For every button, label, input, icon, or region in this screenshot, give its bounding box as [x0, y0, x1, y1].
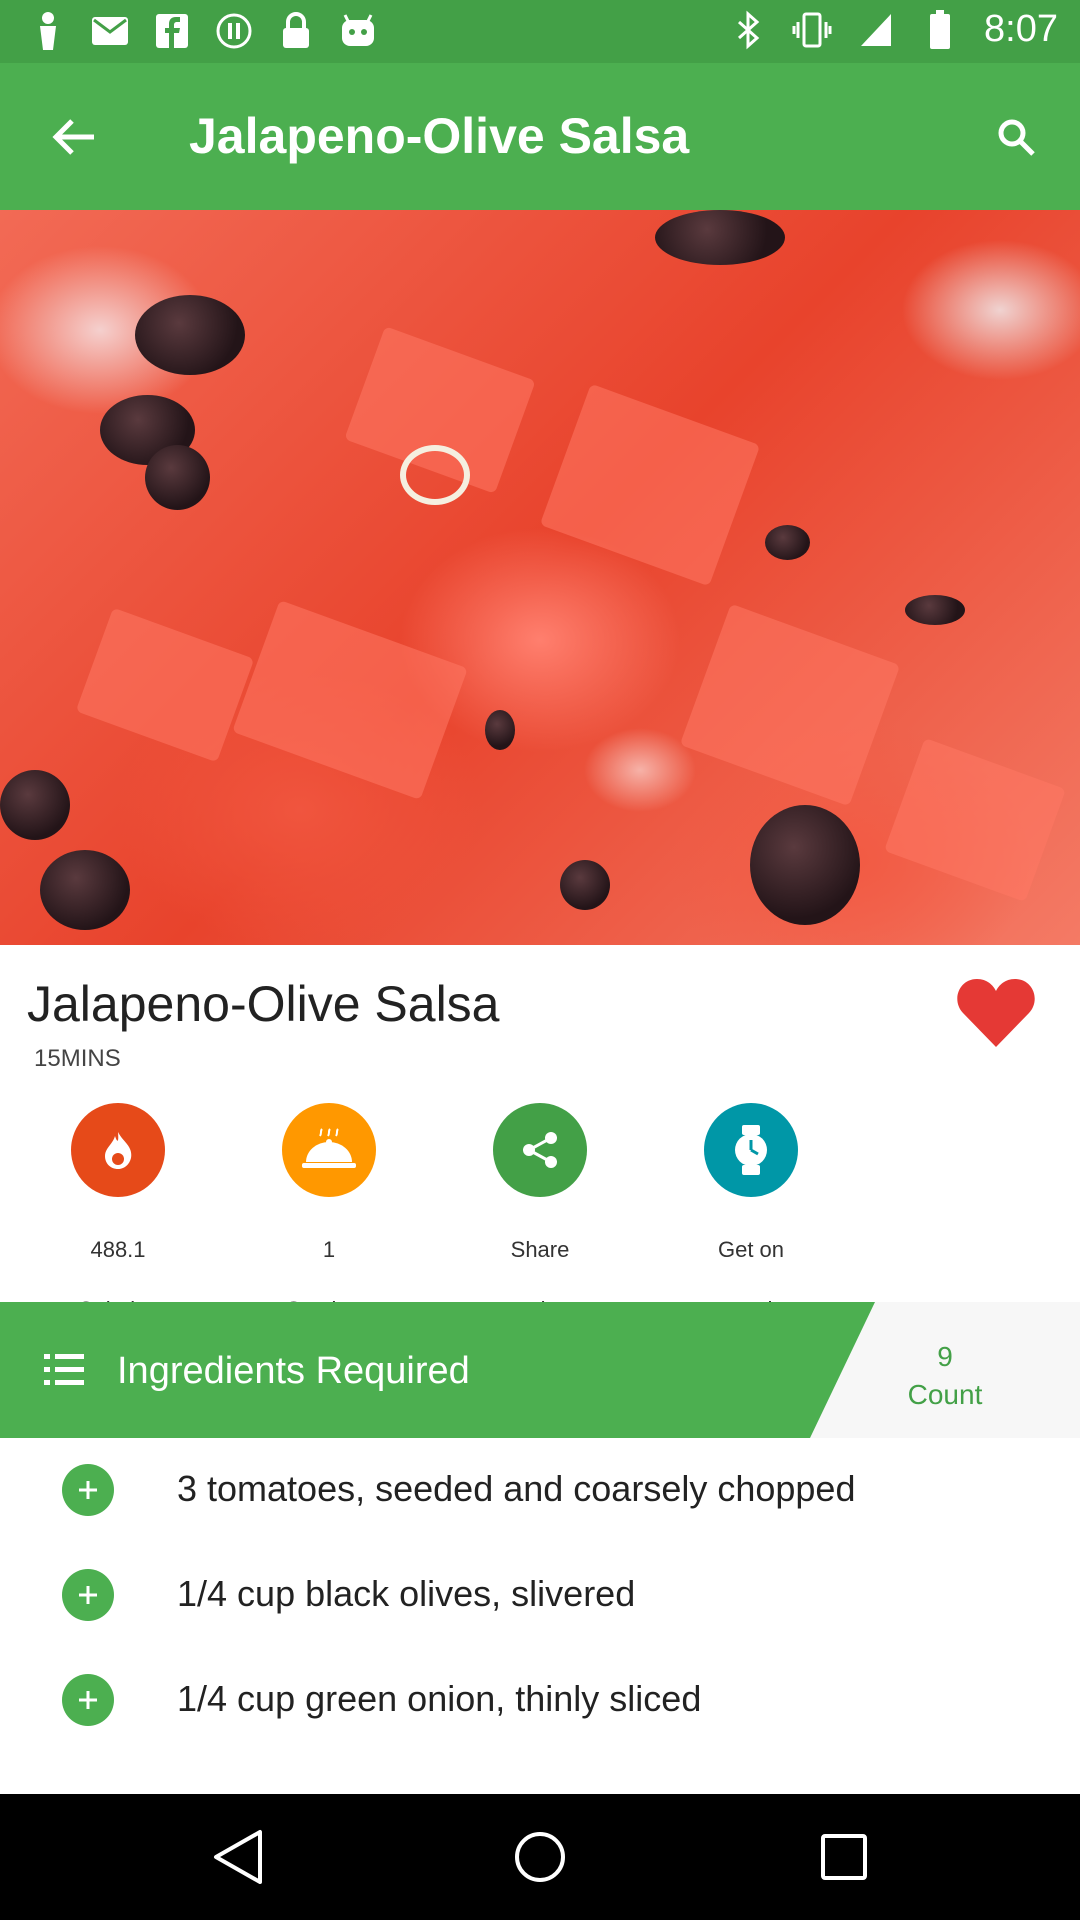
bluetooth-icon: [728, 9, 768, 51]
app-bar: Jalapeno-Olive Salsa: [0, 63, 1080, 210]
ingredient-count-label: Count: [907, 1379, 983, 1410]
back-arrow-icon: [52, 119, 94, 155]
nav-home-button[interactable]: [507, 1824, 573, 1890]
watch-circle[interactable]: [704, 1103, 798, 1197]
calories-stat: 488.1 Calories: [43, 1103, 193, 1325]
back-button[interactable]: [40, 103, 108, 171]
servings-circle: [282, 1103, 376, 1197]
search-icon: [998, 119, 1035, 156]
share-label-line1: Share: [510, 1237, 570, 1262]
list-item: 1/4 cup black olives, slivered: [0, 1543, 1080, 1647]
serving-dish-icon: [302, 1128, 356, 1168]
app-bar-title: Jalapeno-Olive Salsa: [189, 108, 690, 164]
plus-icon: [79, 1586, 97, 1604]
ingredients-header: Ingredients Required 9 Count: [0, 1302, 1080, 1438]
calories-value: 488.1: [90, 1237, 146, 1262]
pause-icon: [214, 10, 254, 52]
get-on-watch-button[interactable]: Get on watch: [676, 1103, 826, 1325]
android-icon: [338, 10, 378, 52]
ingredient-text: 1/4 cup black olives, slivered: [177, 1573, 636, 1614]
servings-value: 1: [322, 1237, 336, 1262]
ingredient-count: 9 Count: [880, 1338, 1010, 1414]
ingredient-list: 3 tomatoes, seeded and coarsely chopped …: [0, 1438, 1080, 1794]
flame-icon: [105, 1132, 132, 1169]
nav-back-button[interactable]: [204, 1824, 270, 1890]
cook-time: 15MINS: [34, 1045, 121, 1072]
search-button[interactable]: [982, 103, 1050, 171]
recents-square-icon: [821, 1834, 867, 1880]
list-item: 3 tomatoes, seeded and coarsely chopped: [0, 1438, 1080, 1542]
share-recipe-button[interactable]: Share recipe: [465, 1103, 615, 1325]
back-triangle-icon: [214, 1830, 262, 1884]
share-circle[interactable]: [493, 1103, 587, 1197]
mail-icon: [90, 10, 130, 52]
list-icon: [44, 1354, 84, 1385]
recipe-title: Jalapeno-Olive Salsa: [27, 976, 500, 1032]
ingredient-count-value: 9: [937, 1341, 953, 1372]
add-ingredient-button[interactable]: [62, 1569, 114, 1621]
list-item: 1/4 cup green onion, thinly sliced: [0, 1648, 1080, 1752]
servings-stat: 1 Servings: [254, 1103, 404, 1325]
home-circle-icon: [515, 1832, 565, 1882]
ingredient-text: 1/4 cup green onion, thinly sliced: [177, 1678, 702, 1719]
status-bar: 8:07: [0, 0, 1080, 63]
status-time: 8:07: [984, 8, 1058, 50]
share-icon: [523, 1132, 557, 1168]
heart-icon: [957, 979, 1035, 1047]
navigation-bar: [0, 1794, 1080, 1920]
recipe-photo: [0, 210, 1080, 945]
signal-icon: [856, 9, 896, 51]
ingredient-text: 3 tomatoes, seeded and coarsely chopped: [177, 1468, 856, 1509]
lock-icon: [276, 10, 316, 52]
plus-icon: [79, 1691, 97, 1709]
battery-icon: [920, 9, 960, 51]
plus-icon: [79, 1481, 97, 1499]
notification-icon: [28, 10, 68, 52]
nav-recents-button[interactable]: [811, 1824, 877, 1890]
ingredients-title: Ingredients Required: [117, 1350, 470, 1392]
watch-label-line1: Get on: [717, 1237, 785, 1262]
add-ingredient-button[interactable]: [62, 1674, 114, 1726]
facebook-icon: [152, 10, 192, 52]
vibrate-icon: [792, 9, 832, 51]
calories-circle: [71, 1103, 165, 1197]
watch-icon: [735, 1125, 767, 1175]
recipe-info-card: Jalapeno-Olive Salsa 15MINS 488.1 Calori…: [0, 945, 1080, 1322]
add-ingredient-button[interactable]: [62, 1464, 114, 1516]
favorite-button[interactable]: [955, 975, 1037, 1051]
